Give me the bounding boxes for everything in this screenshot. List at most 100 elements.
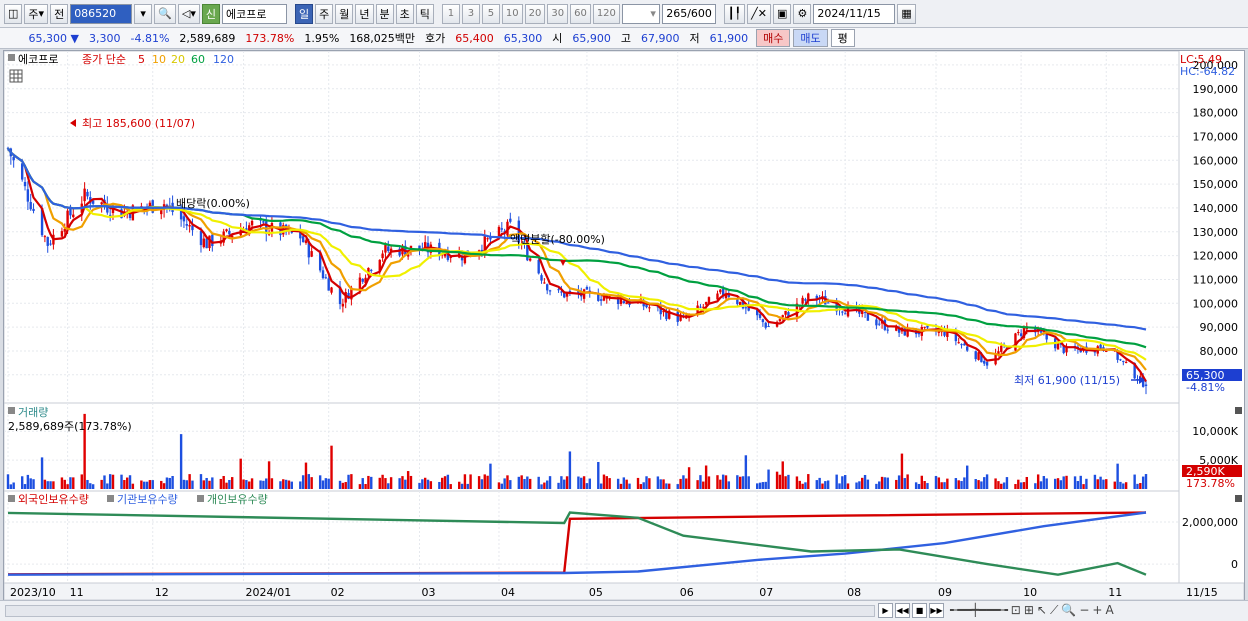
- volume-bar: [665, 483, 668, 489]
- volume-bar: [242, 479, 245, 489]
- candle-body: [699, 306, 702, 308]
- legend-toggle-icon[interactable]: [8, 54, 15, 61]
- volume-bar: [588, 478, 591, 489]
- candle-body: [801, 297, 804, 304]
- volume-bar: [324, 478, 328, 489]
- cursor-icon[interactable]: ↖: [1037, 603, 1047, 618]
- toolbar: ◫ 주 ▾ 전 086520 ▾ 🔍 ◁▾ 신 에코프로 일 주 월 년 분 초 …: [0, 0, 1248, 28]
- period-tick-button[interactable]: 틱: [415, 3, 434, 24]
- even-button[interactable]: 평: [830, 29, 855, 47]
- interval-10[interactable]: 10: [501, 3, 523, 24]
- retail-toggle-icon[interactable]: [197, 495, 204, 502]
- candle-body: [926, 325, 929, 328]
- rewind-icon[interactable]: ◀◀: [895, 603, 910, 618]
- period-minute-button[interactable]: 분: [375, 3, 394, 24]
- volume-bar: [125, 477, 129, 489]
- stock-name-field[interactable]: 에코프로: [222, 3, 287, 24]
- period-year-button[interactable]: 년: [355, 3, 374, 24]
- candle-body: [957, 342, 960, 344]
- count-field[interactable]: 265/600: [661, 3, 716, 24]
- calendar-icon[interactable]: ▦: [897, 3, 916, 24]
- price-tick-label: 140,000: [1193, 202, 1239, 215]
- candle-body: [676, 311, 679, 322]
- period-day-button[interactable]: 일: [295, 3, 314, 24]
- period-month-label: 월: [339, 7, 350, 21]
- zoom-slider[interactable]: ╾━━┿━━━╼: [950, 603, 1008, 618]
- volume-bar: [1141, 476, 1145, 489]
- table-icon[interactable]: [9, 69, 23, 83]
- volume-bar: [1022, 482, 1026, 489]
- volume-bar: [946, 478, 949, 489]
- volume-bar: [537, 476, 540, 489]
- holdings-legend-toggle-icon[interactable]: [8, 495, 15, 502]
- candle-body: [622, 301, 626, 304]
- period-ju-select[interactable]: 주 ▾: [24, 3, 49, 24]
- volume-bar: [528, 478, 532, 489]
- volume-bar: [148, 480, 152, 489]
- volume-bar: [358, 484, 362, 489]
- volume-bar: [168, 477, 171, 489]
- play-icon[interactable]: ▶: [878, 603, 893, 618]
- candle-body: [202, 238, 206, 248]
- save-icon[interactable]: ▣: [773, 3, 792, 24]
- chart-scrollbar[interactable]: [5, 605, 875, 617]
- even-label: 평: [837, 32, 848, 45]
- volume-bar: [801, 483, 804, 489]
- candle-type-icon[interactable]: ┃╿: [723, 3, 746, 24]
- draw-tool-icon[interactable]: ╱✕: [747, 3, 771, 24]
- volume-bar: [228, 480, 231, 489]
- candle-body: [548, 290, 552, 292]
- volume-bar: [756, 483, 759, 489]
- code-dropdown-icon[interactable]: ▾: [134, 3, 153, 24]
- layout-grid-icon[interactable]: ⊞: [1024, 603, 1034, 618]
- interval-5[interactable]: 5: [481, 3, 500, 24]
- volume-legend-toggle-icon[interactable]: [8, 407, 15, 414]
- box-select-icon[interactable]: ⊡: [1011, 603, 1021, 618]
- trend-icon[interactable]: ⟋: [1050, 603, 1058, 618]
- volume-bar: [1113, 481, 1116, 489]
- period-month-button[interactable]: 월: [335, 3, 354, 24]
- x-tick-label: 08: [847, 586, 861, 599]
- volume-bar: [957, 480, 960, 489]
- retail-holding-label: 개인보유수량: [207, 493, 268, 506]
- period-second-button[interactable]: 초: [395, 3, 414, 24]
- volume-bar: [350, 474, 353, 489]
- sound-icon[interactable]: ◁▾: [177, 3, 200, 24]
- search-icon[interactable]: 🔍: [154, 3, 176, 24]
- interval-60[interactable]: 60: [570, 3, 591, 24]
- forward-icon[interactable]: ▶▶: [929, 603, 944, 618]
- candle-body: [486, 238, 489, 240]
- buy-button[interactable]: 매수: [756, 29, 791, 47]
- interval-20[interactable]: 20: [524, 3, 546, 24]
- volume-panel-close-icon[interactable]: [1235, 407, 1242, 414]
- holdings-panel-close-icon[interactable]: [1235, 495, 1242, 502]
- inst-toggle-icon[interactable]: [107, 495, 114, 502]
- volume-bar: [290, 481, 293, 489]
- zoom-icon[interactable]: 🔍: [1061, 603, 1076, 618]
- gear-icon[interactable]: ⚙: [793, 3, 812, 24]
- interval-1[interactable]: 1: [441, 3, 460, 24]
- volume-bar: [648, 478, 651, 489]
- quote-volume-ratio: 173.78%: [245, 31, 295, 45]
- chart-svg[interactable]: 70,00080,00090,000100,000110,000120,0001…: [3, 50, 1245, 601]
- plus-icon[interactable]: +: [1092, 603, 1102, 618]
- layout-icon[interactable]: ◫: [4, 3, 23, 24]
- interval-30[interactable]: 30: [547, 3, 569, 24]
- candle-body: [509, 218, 512, 222]
- candle-body: [361, 278, 364, 282]
- minus-icon[interactable]: −: [1079, 603, 1089, 618]
- sell-button[interactable]: 매도: [793, 29, 828, 47]
- text-tool-icon[interactable]: A: [1105, 603, 1113, 618]
- period-jeon-button[interactable]: 전: [50, 3, 69, 24]
- chart-area[interactable]: 70,00080,00090,000100,000110,000120,0001…: [3, 50, 1245, 601]
- date-field[interactable]: 2024/11/15: [813, 3, 896, 24]
- interval-custom-select[interactable]: ▾: [621, 3, 660, 24]
- foreign-holding-label: 외국인보유수량: [18, 493, 89, 506]
- x-tick-label: 11: [1108, 586, 1122, 599]
- period-week-button[interactable]: 주: [315, 3, 334, 24]
- candle-body: [310, 251, 313, 257]
- stock-code-input[interactable]: 086520: [70, 3, 133, 24]
- interval-120[interactable]: 120: [592, 3, 620, 24]
- interval-3[interactable]: 3: [461, 3, 480, 24]
- stop-icon[interactable]: ■: [912, 603, 927, 618]
